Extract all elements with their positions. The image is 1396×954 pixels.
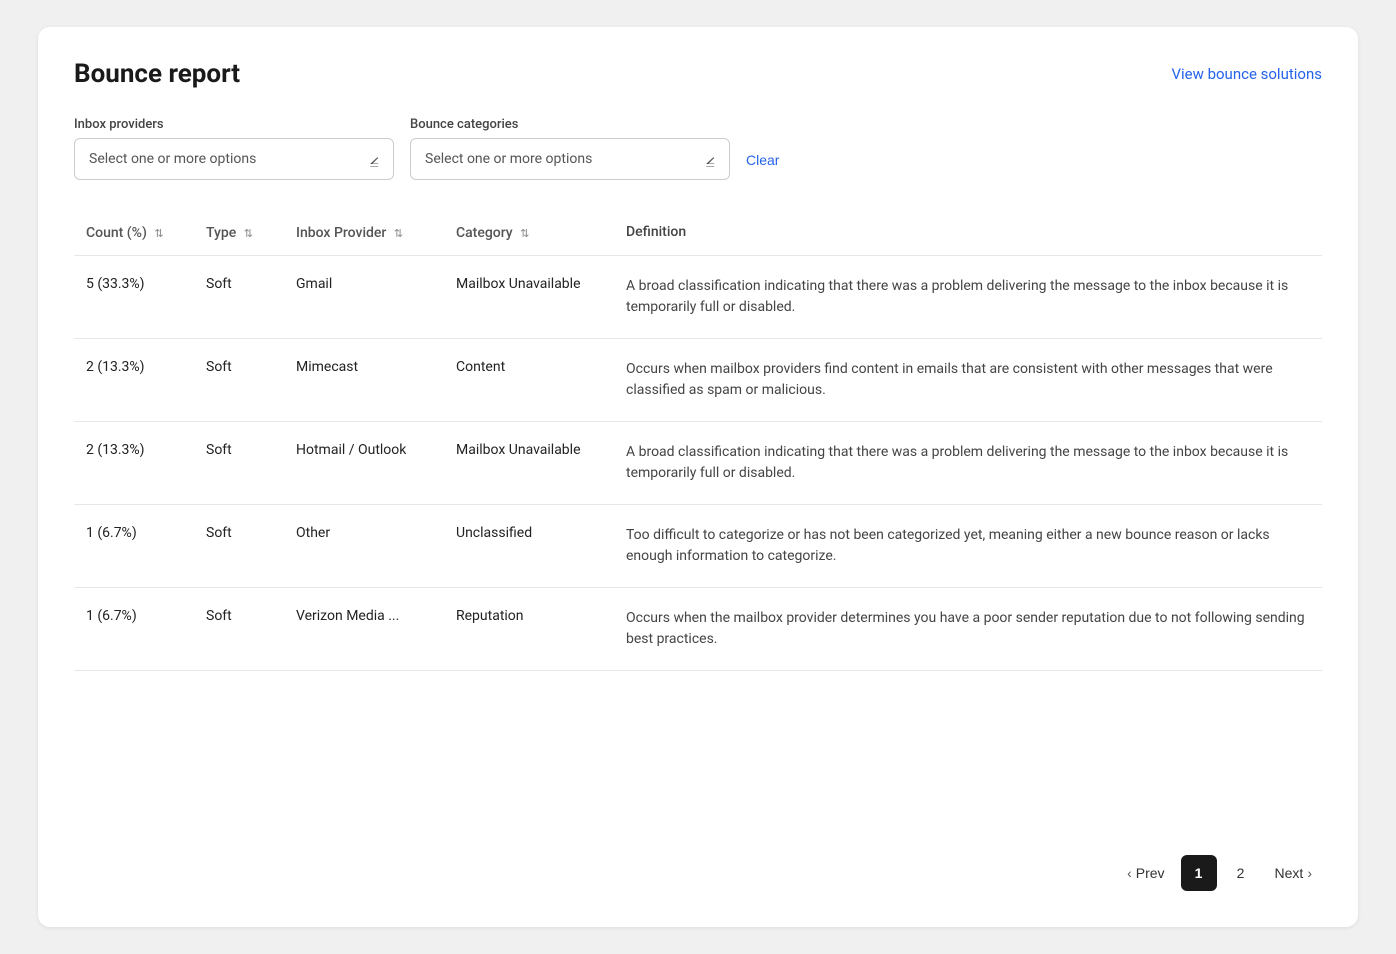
table-body: 5 (33.3%)SoftGmailMailbox UnavailableA b… xyxy=(74,256,1322,671)
cell-category: Mailbox Unavailable xyxy=(444,422,614,505)
cell-definition: A broad classification indicating that t… xyxy=(614,256,1322,339)
prev-button[interactable]: ‹ Prev xyxy=(1117,857,1174,889)
cell-count: 2 (13.3%) xyxy=(74,422,194,505)
cell-definition: Occurs when mailbox providers find conte… xyxy=(614,339,1322,422)
inbox-providers-placeholder: Select one or more options xyxy=(89,151,256,167)
bounce-categories-chevron-icon: ⦤ xyxy=(706,149,715,169)
bounce-categories-dropdown[interactable]: Select one or more options ⦤ xyxy=(410,138,730,180)
sort-icon-count: ⇅ xyxy=(154,227,163,240)
cell-definition: Occurs when the mailbox provider determi… xyxy=(614,588,1322,671)
bounce-categories-placeholder: Select one or more options xyxy=(425,151,592,167)
sort-icon-category: ⇅ xyxy=(520,227,529,240)
table-header: Count (%) ⇅ Type ⇅ Inbox Provider ⇅ Cate… xyxy=(74,212,1322,256)
cell-provider: Verizon Media ... xyxy=(284,588,444,671)
table-row: 1 (6.7%)SoftVerizon Media ...ReputationO… xyxy=(74,588,1322,671)
inbox-providers-dropdown[interactable]: Select one or more options ⦤ xyxy=(74,138,394,180)
bounce-categories-label: Bounce categories xyxy=(410,117,730,132)
cell-category: Unclassified xyxy=(444,505,614,588)
col-header-provider[interactable]: Inbox Provider ⇅ xyxy=(284,212,444,256)
bounce-report-card: Bounce report View bounce solutions Inbo… xyxy=(38,27,1358,927)
col-header-type[interactable]: Type ⇅ xyxy=(194,212,284,256)
inbox-providers-label: Inbox providers xyxy=(74,117,394,132)
cell-type: Soft xyxy=(194,256,284,339)
col-header-category[interactable]: Category ⇅ xyxy=(444,212,614,256)
page-header: Bounce report View bounce solutions xyxy=(74,59,1322,89)
cell-type: Soft xyxy=(194,588,284,671)
cell-count: 1 (6.7%) xyxy=(74,588,194,671)
cell-provider: Other xyxy=(284,505,444,588)
cell-type: Soft xyxy=(194,422,284,505)
cell-category: Reputation xyxy=(444,588,614,671)
cell-provider: Gmail xyxy=(284,256,444,339)
table-header-row: Count (%) ⇅ Type ⇅ Inbox Provider ⇅ Cate… xyxy=(74,212,1322,256)
page-2-button[interactable]: 2 xyxy=(1223,855,1259,891)
col-header-definition: Definition xyxy=(614,212,1322,256)
bounce-categories-filter: Bounce categories Select one or more opt… xyxy=(410,117,730,180)
cell-type: Soft xyxy=(194,505,284,588)
inbox-providers-chevron-icon: ⦤ xyxy=(370,149,379,169)
cell-count: 5 (33.3%) xyxy=(74,256,194,339)
pagination: ‹ Prev 1 2 Next › xyxy=(74,855,1322,895)
cell-provider: Mimecast xyxy=(284,339,444,422)
cell-provider: Hotmail / Outlook xyxy=(284,422,444,505)
sort-icon-type: ⇅ xyxy=(244,227,253,240)
table-row: 2 (13.3%)SoftHotmail / OutlookMailbox Un… xyxy=(74,422,1322,505)
cell-definition: A broad classification indicating that t… xyxy=(614,422,1322,505)
sort-icon-provider: ⇅ xyxy=(394,227,403,240)
cell-type: Soft xyxy=(194,339,284,422)
filters-section: Inbox providers Select one or more optio… xyxy=(74,117,1322,180)
table-row: 2 (13.3%)SoftMimecastContentOccurs when … xyxy=(74,339,1322,422)
cell-definition: Too difficult to categorize or has not b… xyxy=(614,505,1322,588)
table-row: 5 (33.3%)SoftGmailMailbox UnavailableA b… xyxy=(74,256,1322,339)
bounce-table: Count (%) ⇅ Type ⇅ Inbox Provider ⇅ Cate… xyxy=(74,212,1322,671)
cell-category: Mailbox Unavailable xyxy=(444,256,614,339)
next-button[interactable]: Next › xyxy=(1265,857,1322,889)
inbox-providers-filter: Inbox providers Select one or more optio… xyxy=(74,117,394,180)
prev-arrow-icon: ‹ xyxy=(1127,865,1132,881)
table-row: 1 (6.7%)SoftOtherUnclassifiedToo difficu… xyxy=(74,505,1322,588)
col-header-count[interactable]: Count (%) ⇅ xyxy=(74,212,194,256)
page-title: Bounce report xyxy=(74,59,240,89)
data-table-container: Count (%) ⇅ Type ⇅ Inbox Provider ⇅ Cate… xyxy=(74,212,1322,823)
cell-category: Content xyxy=(444,339,614,422)
view-bounce-solutions-link[interactable]: View bounce solutions xyxy=(1171,59,1322,83)
cell-count: 2 (13.3%) xyxy=(74,339,194,422)
cell-count: 1 (6.7%) xyxy=(74,505,194,588)
next-arrow-icon: › xyxy=(1307,865,1312,881)
clear-filters-button[interactable]: Clear xyxy=(746,152,779,180)
page-1-button[interactable]: 1 xyxy=(1181,855,1217,891)
